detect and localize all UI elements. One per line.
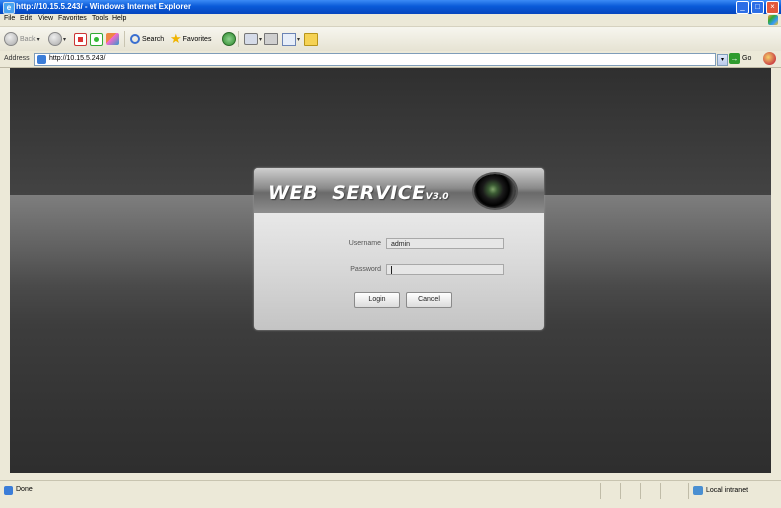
stop-button[interactable] bbox=[74, 32, 87, 46]
login-version: V3.0 bbox=[425, 192, 449, 202]
forward-button[interactable]: ▾ bbox=[48, 32, 66, 46]
search-icon bbox=[130, 34, 140, 44]
back-arrow-icon bbox=[4, 32, 18, 46]
go-label: Go bbox=[742, 55, 752, 62]
edit-page-icon bbox=[282, 32, 296, 46]
zone-label: Local intranet bbox=[706, 487, 749, 494]
mail-button[interactable]: ▾ bbox=[244, 32, 262, 46]
favorites-label: Favorites bbox=[182, 35, 212, 43]
username-label: Username bbox=[348, 240, 381, 247]
messenger-button[interactable] bbox=[304, 32, 318, 46]
cancel-button[interactable]: Cancel bbox=[406, 292, 452, 308]
ie-icon: e bbox=[3, 2, 15, 14]
status-text: Done bbox=[16, 486, 33, 493]
links-icon[interactable] bbox=[763, 52, 776, 65]
search-button[interactable]: Search bbox=[130, 32, 164, 46]
favorites-star-icon: ★ bbox=[170, 31, 182, 46]
status-bar: Done Local intranet bbox=[0, 480, 781, 508]
back-label: Back bbox=[20, 35, 36, 43]
username-row: Username admin bbox=[254, 238, 544, 250]
menu-file[interactable]: File bbox=[4, 15, 15, 22]
mail-icon bbox=[244, 33, 258, 45]
intranet-icon bbox=[693, 486, 703, 495]
password-row: Password bbox=[254, 264, 544, 276]
search-label: Search bbox=[142, 35, 165, 43]
forward-arrow-icon bbox=[48, 32, 62, 46]
ie-window: e http://10.15.5.243/ - Windows Internet… bbox=[0, 0, 781, 508]
mail-dropdown-icon: ▾ bbox=[259, 36, 263, 43]
favorites-button[interactable]: ★ Favorites bbox=[170, 31, 212, 46]
page-icon bbox=[37, 55, 46, 64]
stop-icon bbox=[74, 32, 87, 46]
security-zone[interactable]: Local intranet bbox=[693, 486, 748, 495]
toolbar-separator bbox=[238, 31, 239, 47]
go-button[interactable]: → Go bbox=[729, 53, 751, 64]
page-content: WEB SERVICEV3.0 Username admin Password … bbox=[10, 68, 771, 473]
title-bar: e http://10.15.5.243/ - Windows Internet… bbox=[0, 0, 781, 14]
username-input[interactable]: admin bbox=[386, 238, 504, 249]
address-bar: Address http://10.15.5.243/ ▾ → Go bbox=[0, 51, 781, 68]
print-icon bbox=[264, 33, 278, 45]
home-button[interactable] bbox=[106, 32, 119, 46]
camera-lens-icon bbox=[474, 174, 516, 208]
password-label: Password bbox=[350, 266, 381, 273]
status-separator bbox=[600, 483, 601, 499]
menu-tools[interactable]: Tools bbox=[92, 15, 108, 22]
status-separator bbox=[640, 483, 641, 499]
address-label: Address bbox=[4, 55, 30, 62]
back-button[interactable]: Back ▾ bbox=[4, 32, 40, 46]
status-separator bbox=[660, 483, 661, 499]
login-banner: WEB SERVICEV3.0 bbox=[254, 168, 544, 213]
menu-help[interactable]: Help bbox=[112, 15, 126, 22]
history-button[interactable] bbox=[222, 32, 236, 46]
status-separator bbox=[688, 483, 689, 499]
text-cursor bbox=[391, 266, 392, 275]
edit-page-button[interactable]: ▾ bbox=[282, 32, 300, 46]
toolbar-separator bbox=[124, 31, 125, 47]
toolbar: Back ▾ ▾ Search ★ Favorites ▾ ▾ bbox=[0, 27, 781, 52]
status-page-icon bbox=[4, 486, 13, 495]
go-arrow-icon: → bbox=[729, 53, 740, 64]
menu-bar: File Edit View Favorites Tools Help bbox=[0, 14, 781, 27]
window-controls: _ □ × bbox=[736, 1, 779, 14]
address-input[interactable]: http://10.15.5.243/ bbox=[34, 53, 716, 66]
windows-logo-icon bbox=[768, 15, 778, 25]
forward-dropdown-icon: ▾ bbox=[63, 36, 67, 43]
background-bottom bbox=[10, 325, 771, 473]
print-button[interactable] bbox=[264, 32, 278, 46]
login-panel: WEB SERVICEV3.0 Username admin Password … bbox=[254, 168, 544, 330]
status-separator bbox=[620, 483, 621, 499]
close-button[interactable]: × bbox=[766, 1, 779, 14]
login-title: WEB SERVICEV3.0 bbox=[268, 182, 449, 204]
refresh-icon bbox=[90, 32, 103, 46]
window-title: http://10.15.5.243/ - Windows Internet E… bbox=[16, 2, 192, 11]
address-url: http://10.15.5.243/ bbox=[49, 55, 106, 62]
login-title-text: WEB SERVICE bbox=[268, 182, 426, 204]
history-icon bbox=[222, 32, 236, 46]
folder-icon bbox=[304, 32, 318, 46]
password-input[interactable] bbox=[386, 264, 504, 275]
maximize-button[interactable]: □ bbox=[751, 1, 764, 14]
back-dropdown-icon: ▾ bbox=[36, 36, 40, 43]
menu-favorites[interactable]: Favorites bbox=[58, 15, 87, 22]
minimize-button[interactable]: _ bbox=[736, 1, 749, 14]
edit-dropdown-icon: ▾ bbox=[297, 36, 301, 43]
menu-edit[interactable]: Edit bbox=[20, 15, 32, 22]
menu-view[interactable]: View bbox=[38, 15, 53, 22]
refresh-button[interactable] bbox=[90, 32, 103, 46]
login-button[interactable]: Login bbox=[354, 292, 400, 308]
address-dropdown-icon[interactable]: ▾ bbox=[717, 54, 728, 66]
home-icon bbox=[106, 33, 119, 45]
